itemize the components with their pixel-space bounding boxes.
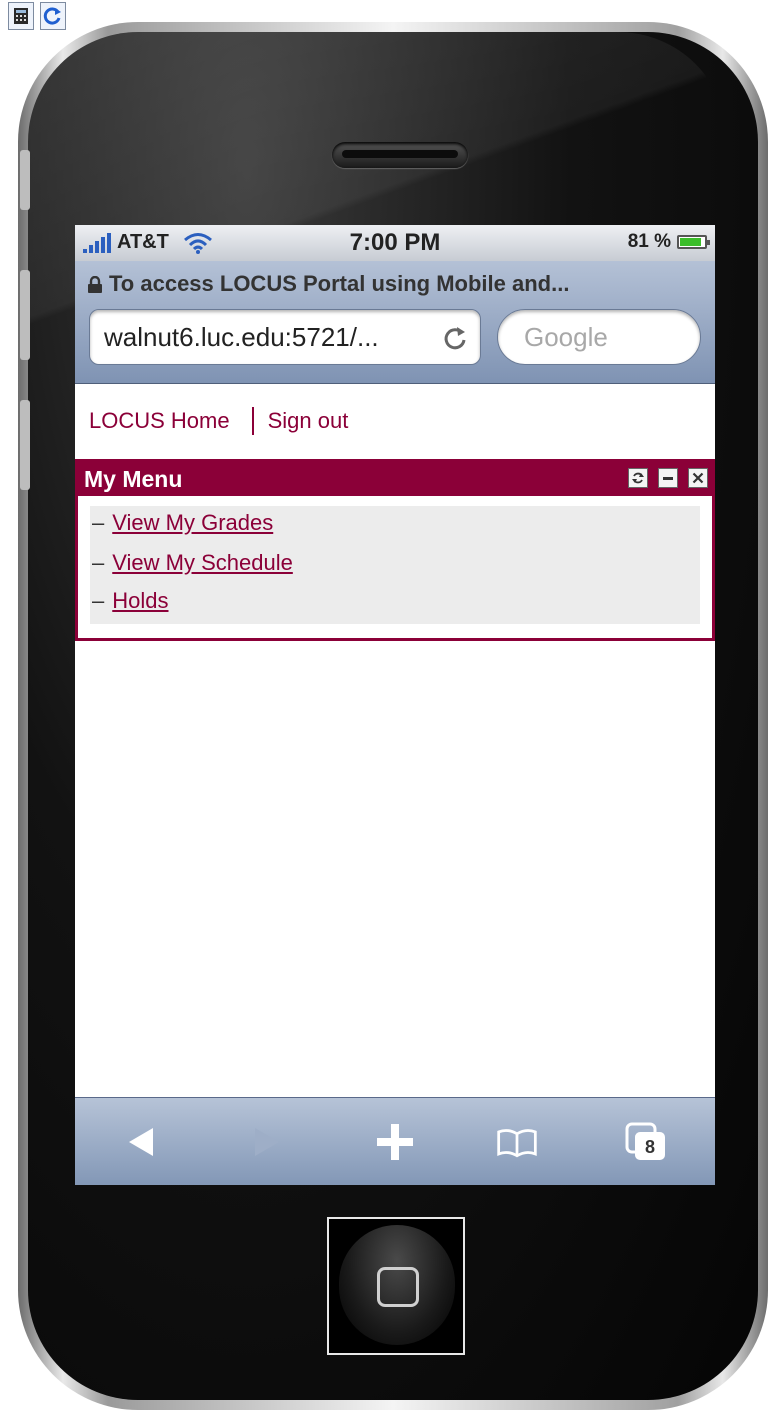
top-nav: LOCUS Home Sign out	[89, 407, 348, 435]
locus-home-link[interactable]: LOCUS Home	[89, 408, 230, 434]
my-menu-portlet: My Menu – View My Grades – View My Sched…	[75, 459, 715, 641]
my-menu-list: – View My Grades – View My Schedule – Holds	[90, 506, 700, 624]
url-text: walnut6.luc.edu:5721/...	[104, 322, 379, 352]
url-field[interactable]: walnut6.luc.edu:5721/...	[89, 309, 481, 365]
sign-out-link[interactable]: Sign out	[268, 408, 349, 434]
nav-divider	[251, 407, 254, 435]
my-menu-title: My Menu	[84, 465, 183, 492]
battery-icon	[677, 235, 710, 249]
list-item: – View My Grades	[92, 510, 274, 535]
refresh-icon[interactable]	[628, 468, 648, 488]
list-item: – Holds	[92, 588, 169, 613]
lock-icon	[88, 276, 102, 294]
safari-address-bar: To access LOCUS Portal using Mobile and.…	[75, 261, 715, 384]
home-button-frame	[327, 1217, 465, 1355]
view-grades-link[interactable]: View My Grades	[112, 510, 273, 535]
status-bar: AT&T 7:00 PM 81 %	[75, 225, 715, 261]
emulator-toolbar	[8, 2, 66, 30]
status-time: 7:00 PM	[349, 229, 441, 256]
calculator-icon[interactable]	[8, 2, 34, 30]
search-input[interactable]: Google	[497, 309, 701, 365]
tabs-icon[interactable]: 8	[625, 1122, 669, 1162]
page-title-text: To access LOCUS Portal using Mobile and.…	[109, 271, 570, 296]
refresh-icon[interactable]	[40, 2, 66, 30]
reload-icon[interactable]	[442, 324, 468, 352]
close-icon[interactable]	[688, 468, 708, 488]
home-square-icon	[377, 1267, 419, 1307]
volume-down-button[interactable]	[20, 400, 30, 490]
tabs-count: 8	[645, 1137, 655, 1157]
mute-switch[interactable]	[20, 150, 30, 210]
list-item: – View My Schedule	[92, 550, 293, 575]
forward-icon[interactable]	[245, 1122, 289, 1162]
view-schedule-link[interactable]: View My Schedule	[112, 550, 293, 575]
search-placeholder: Google	[524, 322, 608, 352]
minimize-icon[interactable]	[658, 468, 678, 488]
holds-link[interactable]: Holds	[112, 588, 168, 613]
home-button[interactable]	[339, 1225, 455, 1345]
earpiece-speaker	[332, 142, 468, 168]
safari-toolbar: 8	[75, 1097, 715, 1185]
back-icon[interactable]	[119, 1122, 163, 1162]
add-icon[interactable]	[373, 1122, 417, 1162]
battery-percent: 81 %	[627, 231, 671, 252]
my-menu-header: My Menu	[78, 462, 712, 496]
phone-screen: AT&T 7:00 PM 81 % To access LOCUS Portal…	[75, 225, 715, 1185]
bookmarks-icon[interactable]	[495, 1122, 539, 1162]
volume-up-button[interactable]	[20, 270, 30, 360]
page-title: To access LOCUS Portal using Mobile and.…	[87, 271, 707, 297]
